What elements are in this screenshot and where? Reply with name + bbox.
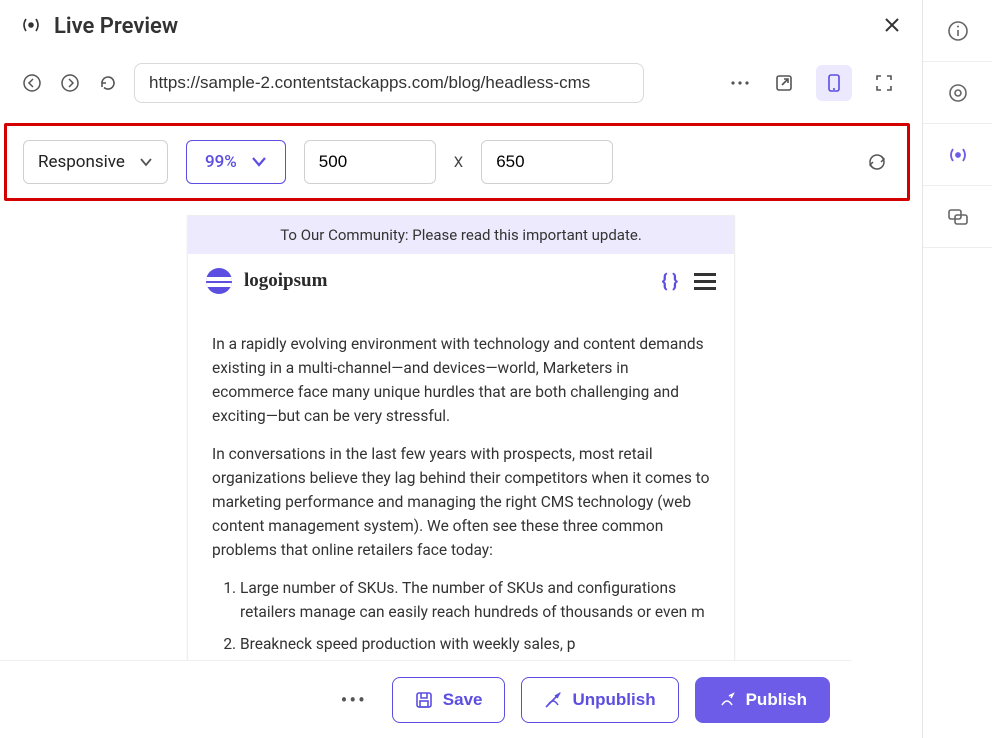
forward-button[interactable]: [58, 71, 82, 95]
url-input[interactable]: [134, 63, 644, 103]
dimension-separator: X: [454, 153, 463, 171]
community-banner: To Our Community: Please read this impor…: [188, 216, 734, 254]
more-menu-icon[interactable]: [728, 71, 752, 95]
live-preview-icon: [20, 16, 42, 38]
back-button[interactable]: [20, 71, 44, 95]
height-input[interactable]: [481, 140, 613, 184]
save-label: Save: [443, 690, 483, 710]
code-icon[interactable]: { }: [662, 271, 678, 292]
unpublish-button[interactable]: Unpublish: [521, 677, 678, 723]
logo-text: logoipsum: [244, 270, 327, 292]
save-button[interactable]: Save: [392, 677, 506, 723]
reload-button[interactable]: [96, 71, 120, 95]
rail-info-icon[interactable]: [923, 0, 992, 62]
footer-more-icon[interactable]: •••: [332, 678, 376, 722]
rotate-device-icon[interactable]: [863, 148, 891, 176]
body-para-1: In a rapidly evolving environment with t…: [212, 332, 710, 428]
page-title: Live Preview: [54, 14, 178, 39]
width-input[interactable]: [304, 140, 436, 184]
chevron-down-icon: [139, 157, 153, 167]
publish-icon: [718, 691, 736, 709]
zoom-select[interactable]: 99%: [186, 140, 286, 184]
publish-button[interactable]: Publish: [695, 677, 830, 723]
save-icon: [415, 691, 433, 709]
device-select[interactable]: Responsive: [23, 140, 168, 184]
body-para-2: In conversations in the last few years w…: [212, 442, 710, 562]
zoom-label: 99%: [205, 152, 237, 172]
list-item: Breakneck speed production with weekly s…: [240, 632, 710, 656]
logo-mark-icon: [206, 268, 232, 294]
unpublish-icon: [544, 691, 562, 709]
rail-live-preview-icon[interactable]: [923, 124, 992, 186]
fullscreen-icon[interactable]: [866, 65, 902, 101]
publish-label: Publish: [746, 690, 807, 710]
open-external-icon[interactable]: [766, 65, 802, 101]
preview-body: In a rapidly evolving environment with t…: [188, 308, 734, 680]
close-button[interactable]: [882, 15, 902, 39]
chevron-down-icon: [251, 156, 267, 168]
hamburger-icon[interactable]: [694, 273, 716, 290]
rail-target-icon[interactable]: [923, 62, 992, 124]
preview-frame: To Our Community: Please read this impor…: [187, 215, 735, 715]
unpublish-label: Unpublish: [572, 690, 655, 710]
responsive-controls: Responsive 99% X: [4, 123, 910, 201]
mobile-view-icon[interactable]: [816, 65, 852, 101]
device-select-label: Responsive: [38, 152, 125, 172]
rail-comments-icon[interactable]: [923, 186, 992, 248]
list-item: Large number of SKUs. The number of SKUs…: [240, 576, 710, 624]
